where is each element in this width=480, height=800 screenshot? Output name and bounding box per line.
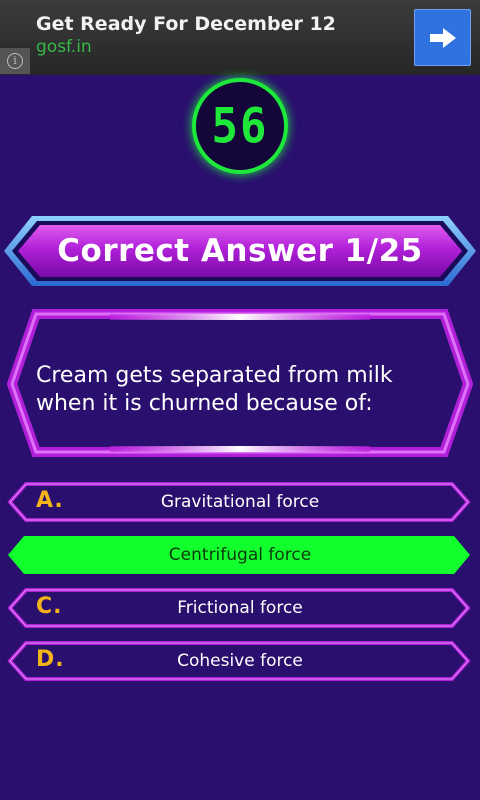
question-text: Cream gets separated from milk when it i… — [36, 363, 393, 416]
ad-info-button[interactable]: i — [0, 48, 30, 74]
option-b[interactable]: Centrifugal force — [0, 535, 480, 575]
option-c[interactable]: C. Frictional force — [0, 588, 480, 628]
option-b-text: Centrifugal force — [168, 545, 312, 565]
option-d-text: Cohesive force — [177, 651, 303, 671]
option-a-text: Gravitational force — [160, 492, 320, 512]
result-title: Correct Answer 1/25 — [57, 233, 423, 269]
arrow-right-icon — [429, 27, 456, 48]
ad-url[interactable]: gosf.in — [36, 37, 92, 57]
option-d[interactable]: D. Cohesive force — [0, 641, 480, 681]
option-c-text: Frictional force — [177, 598, 303, 618]
countdown-timer: 56 — [192, 78, 288, 174]
ad-banner[interactable]: Get Ready For December 12 gosf.in i — [0, 0, 480, 75]
option-a[interactable]: A. Gravitational force — [0, 482, 480, 522]
info-icon: i — [7, 53, 23, 69]
timer-value: 56 — [211, 97, 269, 155]
ad-open-button[interactable] — [414, 9, 471, 66]
ad-title[interactable]: Get Ready For December 12 — [36, 13, 336, 35]
